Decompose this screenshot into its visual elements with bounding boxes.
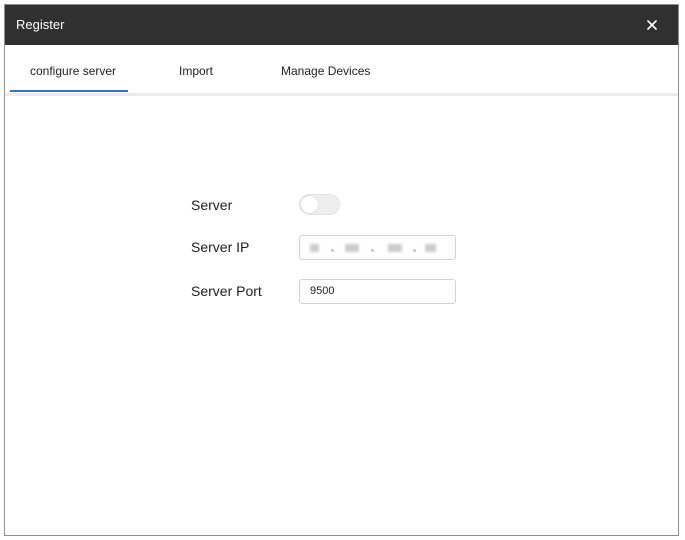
tab-manage-devices[interactable]: Manage Devices — [281, 64, 370, 78]
redacted-ip-segment — [310, 244, 319, 252]
server-ip-field[interactable] — [299, 235, 456, 260]
server-toggle[interactable] — [299, 194, 340, 215]
tab-import[interactable]: Import — [179, 64, 213, 78]
redacted-ip-segment — [388, 244, 402, 252]
tab-bar: configure server Import Manage Devices — [5, 45, 678, 96]
ip-separator — [371, 249, 374, 252]
server-port-field[interactable]: 9500 — [299, 279, 456, 304]
server-label: Server — [191, 197, 233, 213]
redacted-ip-segment — [345, 244, 359, 252]
ip-separator — [413, 249, 416, 252]
close-icon[interactable] — [644, 17, 660, 33]
close-icon-graphic — [647, 20, 657, 30]
ip-separator — [331, 249, 334, 252]
tab-configure-server[interactable]: configure server — [30, 64, 116, 78]
active-tab-indicator — [10, 90, 128, 92]
server-ip-label: Server IP — [191, 239, 250, 255]
redacted-ip-segment — [425, 244, 436, 252]
title-bar: Register — [5, 5, 678, 45]
toggle-knob — [301, 196, 318, 213]
server-port-label: Server Port — [191, 283, 262, 299]
dialog-title: Register — [16, 17, 65, 32]
register-dialog: Register configure server Import Manage … — [4, 4, 679, 536]
